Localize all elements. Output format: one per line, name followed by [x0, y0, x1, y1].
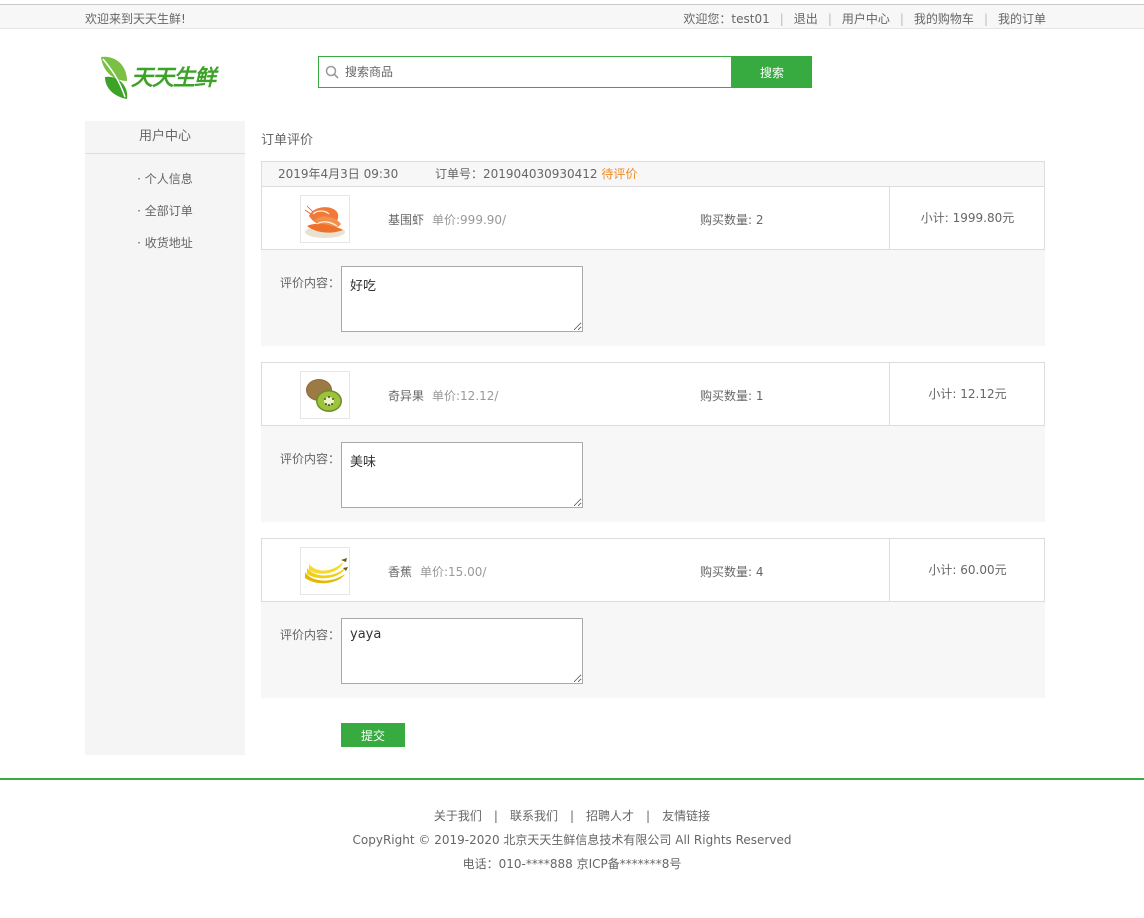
- review-textarea[interactable]: 美味: [341, 442, 583, 508]
- product-subtotal: 小计: 1999.80元: [889, 187, 1045, 249]
- footer-link-partners[interactable]: 友情链接: [662, 807, 710, 824]
- product-name: 奇异果: [388, 389, 425, 403]
- product-unit-price: 单价:15.00/: [420, 565, 487, 579]
- submit-button[interactable]: 提交: [341, 723, 405, 747]
- review-textarea[interactable]: 好吃: [341, 266, 583, 332]
- username: test01: [731, 11, 770, 26]
- footer-separator: |: [493, 808, 498, 823]
- user-greeting-prefix: 欢迎您：: [683, 12, 732, 26]
- sidebar-item-address[interactable]: · 收货地址: [85, 227, 245, 259]
- order-item: 基围虾 单价:999.90/ 购买数量: 2 小计: 1999.80元 评价内容…: [261, 186, 1045, 346]
- top-bar: 欢迎来到天天生鲜! 欢迎您： test01 | 退出 | 用户中心 | 我的购物…: [0, 4, 1144, 29]
- top-nav: 欢迎您： test01 | 退出 | 用户中心 | 我的购物车 | 我的订单: [683, 10, 1046, 27]
- order-number: 201904030930412: [483, 167, 598, 181]
- product-subtotal: 小计: 60.00元: [889, 539, 1045, 601]
- review-label: 评价内容：: [280, 276, 341, 290]
- order-item: 香蕉 单价:15.00/ 购买数量: 4 小计: 60.00元 评价内容： ya…: [261, 538, 1045, 698]
- welcome-text: 欢迎来到天天生鲜!: [85, 12, 186, 26]
- product-name: 香蕉: [388, 565, 413, 579]
- product-unit-price: 单价:12.12/: [432, 389, 499, 403]
- review-label: 评价内容：: [280, 628, 341, 642]
- footer-contact: 电话：010-****888 京ICP备*******8号: [462, 857, 682, 871]
- top-nav-separator: |: [779, 11, 784, 26]
- user-center-link[interactable]: 用户中心: [842, 10, 890, 27]
- logout-link[interactable]: 退出: [794, 10, 818, 27]
- footer-copyright: CopyRight © 2019-2020 北京天天生鲜信息技术有限公司 All…: [352, 833, 792, 847]
- order-number-block: 订单号：201904030930412 待评价: [435, 162, 637, 186]
- review-section: 评价内容： yaya: [261, 602, 1045, 698]
- order-header: 2019年4月3日 09:30 订单号：201904030930412 待评价: [261, 161, 1045, 187]
- search-icon: [319, 65, 345, 79]
- search-box: [318, 56, 732, 88]
- review-label: 评价内容：: [280, 452, 341, 466]
- sidebar-item-profile[interactable]: · 个人信息: [85, 163, 245, 195]
- product-image-banana[interactable]: [300, 547, 350, 595]
- order-item: 奇异果 单价:12.12/ 购买数量: 1 小计: 12.12元 评价内容： 美…: [261, 362, 1045, 522]
- footer-separator: |: [646, 808, 651, 823]
- top-nav-separator: |: [899, 11, 904, 26]
- order-number-label: 订单号：: [435, 167, 484, 181]
- footer-separator: |: [569, 808, 575, 823]
- footer-links: 关于我们 | 联系我们 | 招聘人才 | 友情链接: [0, 807, 1144, 824]
- sidebar: 用户中心 · 个人信息 · 全部订单 · 收货地址: [85, 121, 245, 755]
- order-date: 2019年4月3日 09:30: [278, 167, 399, 181]
- product-image-shrimp[interactable]: [300, 195, 350, 243]
- order-status-badge: 待评价: [601, 167, 638, 181]
- review-section: 评价内容： 好吃: [261, 250, 1045, 346]
- footer-link-contact[interactable]: 联系我们: [510, 807, 558, 824]
- leaf-logo-icon: [101, 56, 128, 99]
- product-subtotal: 小计: 12.12元: [889, 363, 1045, 425]
- site-logo[interactable]: 天天生鲜: [97, 50, 222, 102]
- orders-link[interactable]: 我的订单: [998, 10, 1046, 27]
- logo-text: 天天生鲜: [131, 66, 216, 91]
- top-nav-separator: |: [827, 11, 832, 26]
- product-image-kiwi[interactable]: [300, 371, 350, 419]
- review-textarea[interactable]: yaya: [341, 618, 583, 684]
- footer-link-about[interactable]: 关于我们: [434, 807, 482, 824]
- footer: 关于我们 | 联系我们 | 招聘人才 | 友情链接 CopyRight © 20…: [0, 778, 1144, 918]
- sidebar-item-all-orders[interactable]: · 全部订单: [85, 195, 245, 227]
- product-unit-price: 单价:999.90/: [432, 213, 507, 227]
- product-name: 基围虾: [388, 213, 425, 227]
- review-section: 评价内容： 美味: [261, 426, 1045, 522]
- product-quantity: 购买数量: 1: [700, 389, 764, 403]
- search-input[interactable]: [345, 58, 725, 86]
- order-item-row: 奇异果 单价:12.12/ 购买数量: 1 小计: 12.12元: [261, 362, 1045, 426]
- sidebar-title: 用户中心: [85, 121, 245, 154]
- sidebar-menu: · 个人信息 · 全部订单 · 收货地址: [85, 163, 245, 259]
- order-item-row: 基围虾 单价:999.90/ 购买数量: 2 小计: 1999.80元: [261, 186, 1045, 250]
- page-title: 订单评价: [261, 133, 314, 148]
- cart-link[interactable]: 我的购物车: [914, 10, 974, 27]
- product-quantity: 购买数量: 4: [700, 565, 764, 579]
- search-bar: 搜索: [318, 56, 812, 88]
- top-nav-separator: |: [983, 11, 988, 26]
- product-quantity: 购买数量: 2: [700, 213, 764, 227]
- search-button[interactable]: 搜索: [732, 56, 812, 88]
- footer-link-jobs[interactable]: 招聘人才: [586, 807, 634, 824]
- order-item-row: 香蕉 单价:15.00/ 购买数量: 4 小计: 60.00元: [261, 538, 1045, 602]
